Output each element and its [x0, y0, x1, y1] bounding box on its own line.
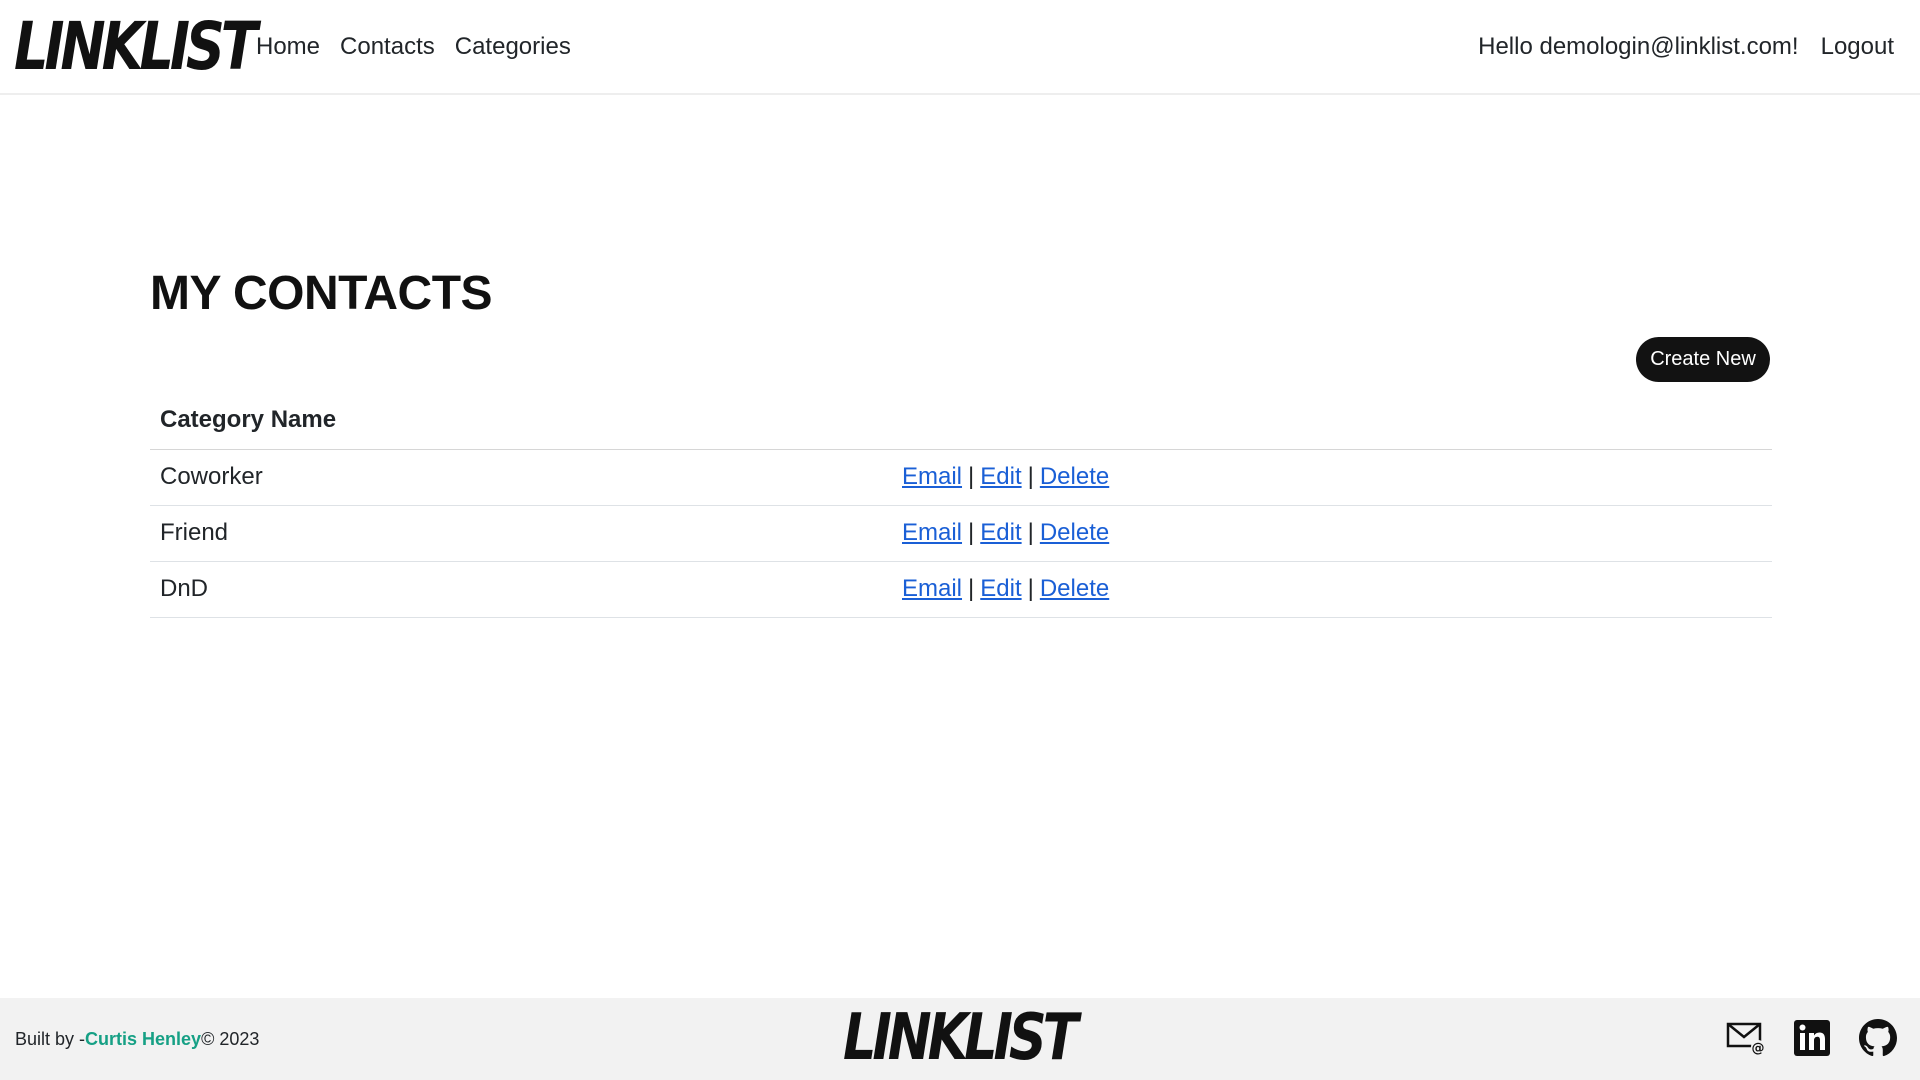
nav-user-area: Hello demologin@linklist.com! Logout: [1478, 33, 1894, 61]
delete-link[interactable]: Delete: [1040, 575, 1109, 602]
separator: |: [1027, 519, 1034, 546]
row-actions: Email | Edit | Delete: [892, 561, 1772, 618]
built-by-text: Built by -: [15, 1028, 86, 1049]
footer-credit: Built by -Curtis Henley© 2023: [15, 1029, 259, 1050]
edit-link[interactable]: Edit: [980, 463, 1021, 490]
github-icon[interactable]: [1858, 1018, 1898, 1058]
categories-table: Category Name Coworker Email | Edit | Delete…: [150, 392, 1772, 618]
email-link[interactable]: Email: [902, 519, 962, 546]
table-header-row: Category Name: [150, 392, 1772, 450]
table-row: Friend Email | Edit | Delete: [150, 505, 1772, 562]
page-title: MY CONTACTS: [150, 267, 493, 320]
user-greeting[interactable]: Hello demologin@linklist.com!: [1478, 33, 1798, 61]
separator: |: [968, 519, 975, 546]
email-link[interactable]: Email: [902, 575, 962, 602]
linkedin-icon[interactable]: [1792, 1018, 1832, 1058]
category-name: Coworker: [150, 449, 892, 506]
brand-logo[interactable]: LINKLIST: [14, 13, 258, 80]
row-actions: Email | Edit | Delete: [892, 505, 1772, 562]
separator: |: [1027, 463, 1034, 490]
category-name: Friend: [150, 505, 892, 562]
nav-contacts-link[interactable]: Contacts: [340, 33, 435, 61]
nav-categories-link[interactable]: Categories: [455, 33, 571, 61]
category-name: DnD: [150, 561, 892, 618]
edit-link[interactable]: Edit: [980, 575, 1021, 602]
table-row: DnD Email | Edit | Delete: [150, 561, 1772, 618]
email-link[interactable]: Email: [902, 463, 962, 490]
email-icon[interactable]: @: [1726, 1018, 1766, 1058]
copyright-text: © 2023: [201, 1028, 260, 1049]
navbar: LINKLIST Home Contacts Categories Hello …: [0, 0, 1920, 95]
author-link[interactable]: Curtis Henley: [85, 1029, 201, 1049]
logout-link[interactable]: Logout: [1821, 33, 1894, 61]
separator: |: [1027, 575, 1034, 602]
separator: |: [968, 575, 975, 602]
social-links: @: [1700, 1018, 1898, 1058]
nav-links: Home Contacts Categories: [256, 33, 591, 61]
edit-link[interactable]: Edit: [980, 519, 1021, 546]
table-row: Coworker Email | Edit | Delete: [150, 449, 1772, 506]
footer-logo: LINKLIST: [843, 1001, 1078, 1075]
footer: Built by -Curtis Henley© 2023 LINKLIST @: [0, 998, 1920, 1080]
separator: |: [968, 463, 975, 490]
row-actions: Email | Edit | Delete: [892, 449, 1772, 506]
svg-text:@: @: [1752, 1041, 1765, 1056]
column-header-category-name: Category Name: [150, 392, 892, 450]
nav-home-link[interactable]: Home: [256, 33, 320, 61]
delete-link[interactable]: Delete: [1040, 463, 1109, 490]
delete-link[interactable]: Delete: [1040, 519, 1109, 546]
column-header-actions: [892, 392, 1772, 450]
create-new-button[interactable]: Create New: [1636, 337, 1770, 382]
